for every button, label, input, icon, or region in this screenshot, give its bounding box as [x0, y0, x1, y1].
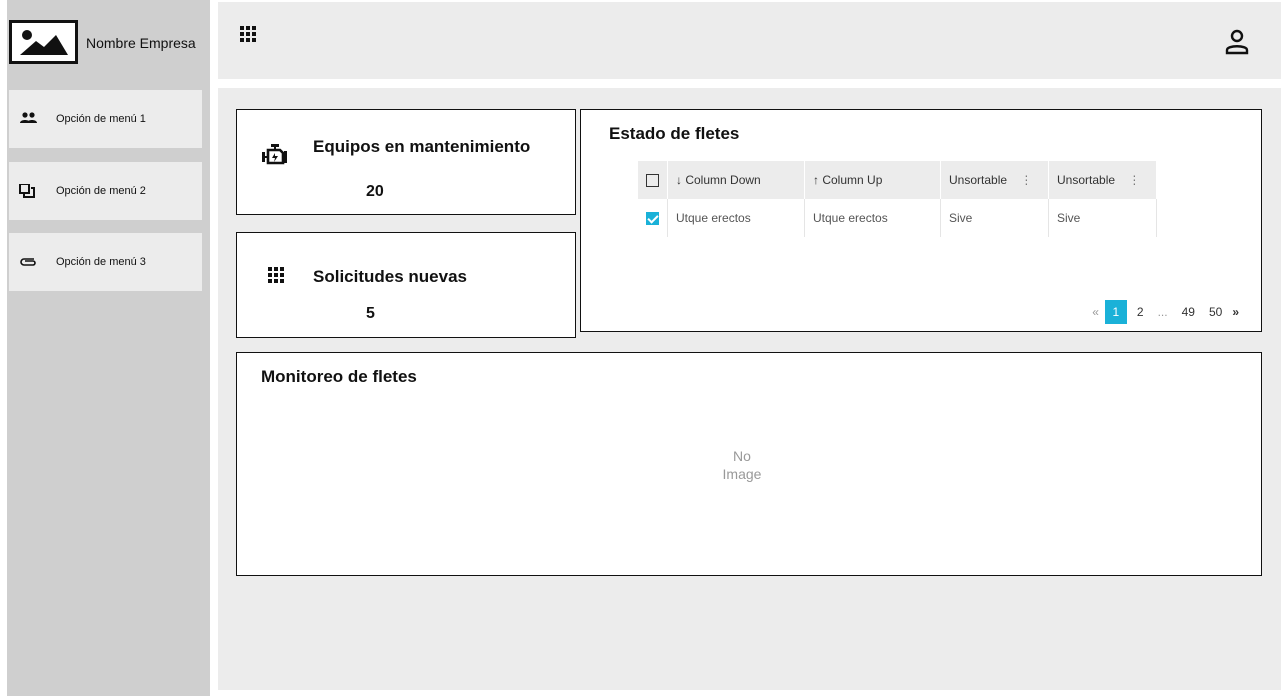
column-label: Unsortable — [1057, 173, 1116, 187]
stat-title: Solicitudes nuevas — [313, 267, 467, 286]
select-all-checkbox[interactable] — [638, 161, 668, 199]
arrow-up-icon: ↑ — [813, 173, 819, 187]
freight-status-table: ↓ Column Down ↑ Column Up Unsortable ⋮ U… — [638, 161, 1157, 237]
stat-card-requests: Solicitudes nuevas 5 — [236, 232, 576, 338]
pagination-page[interactable]: 49 — [1178, 305, 1199, 319]
freight-monitoring-panel: Monitoreo de fletes No Image — [236, 352, 1262, 576]
main-content: Equipos en mantenimiento 20 Solicitudes … — [218, 88, 1281, 690]
sidebar-item-3[interactable]: Opción de menú 3 — [9, 233, 202, 291]
pagination-page-active[interactable]: 1 — [1104, 300, 1127, 324]
table-row[interactable]: Utque erectos Utque erectos Sive Sive — [638, 199, 1157, 237]
sidebar-item-label: Opción de menú 1 — [56, 113, 146, 125]
sidebar-item-label: Opción de menú 3 — [56, 256, 146, 268]
stat-title: Equipos en mantenimiento — [313, 137, 531, 156]
brand[interactable]: Nombre Empresa — [7, 0, 210, 84]
table-cell: Sive — [940, 199, 1049, 237]
more-vertical-icon[interactable]: ⋮ — [1128, 173, 1140, 187]
table-cell: Utque erectos — [667, 199, 805, 237]
panel-title: Monitoreo de fletes — [261, 367, 417, 386]
stat-value: 5 — [366, 305, 375, 322]
column-label: Unsortable — [949, 173, 1008, 187]
brand-name: Nombre Empresa — [86, 35, 196, 51]
pagination-next[interactable]: » — [1232, 305, 1239, 319]
table-header-row: ↓ Column Down ↑ Column Up Unsortable ⋮ U… — [638, 161, 1157, 199]
column-header[interactable]: ↓ Column Down — [667, 161, 805, 199]
freight-status-panel: Estado de fletes ↓ Column Down ↑ Column … — [580, 109, 1262, 332]
table-cell: Utque erectos — [804, 199, 941, 237]
engine-icon — [262, 144, 287, 165]
attachment-icon — [20, 258, 36, 266]
user-icon[interactable] — [1225, 29, 1249, 55]
more-vertical-icon[interactable]: ⋮ — [1020, 173, 1032, 187]
panel-title: Estado de fletes — [609, 124, 740, 143]
apps-grid-icon[interactable] — [238, 24, 258, 44]
sidebar: Nombre Empresa Opción de menú 1 Opción d… — [7, 0, 210, 696]
column-header[interactable]: ↑ Column Up — [804, 161, 941, 199]
column-header[interactable]: Unsortable ⋮ — [940, 161, 1049, 199]
row-checkbox[interactable] — [638, 199, 668, 237]
apps-grid-icon — [268, 267, 284, 283]
pagination: « 1 2 ... 49 50 » — [1086, 300, 1239, 324]
table-cell: Sive — [1048, 199, 1157, 237]
sidebar-item-label: Opción de menú 2 — [56, 185, 146, 197]
image-icon — [9, 20, 78, 64]
pagination-page[interactable]: 2 — [1133, 305, 1148, 319]
pagination-page[interactable]: 50 — [1205, 305, 1226, 319]
stat-card-maintenance: Equipos en mantenimiento 20 — [236, 109, 576, 215]
sidebar-item-2[interactable]: Opción de menú 2 — [9, 162, 202, 220]
placeholder-text: Image — [722, 466, 762, 482]
column-label: Column Down — [685, 173, 761, 187]
arrow-down-icon: ↓ — [676, 173, 682, 187]
image-placeholder: No Image — [712, 447, 772, 483]
pagination-prev[interactable]: « — [1092, 305, 1099, 319]
placeholder-text: No — [733, 448, 751, 464]
stat-value: 20 — [366, 183, 384, 200]
people-icon — [20, 112, 37, 123]
copy-icon — [19, 184, 35, 198]
column-header[interactable]: Unsortable ⋮ — [1048, 161, 1157, 199]
top-bar — [218, 2, 1281, 79]
sidebar-item-1[interactable]: Opción de menú 1 — [9, 90, 202, 148]
pagination-ellipsis: ... — [1157, 305, 1168, 319]
column-label: Column Up — [822, 173, 883, 187]
